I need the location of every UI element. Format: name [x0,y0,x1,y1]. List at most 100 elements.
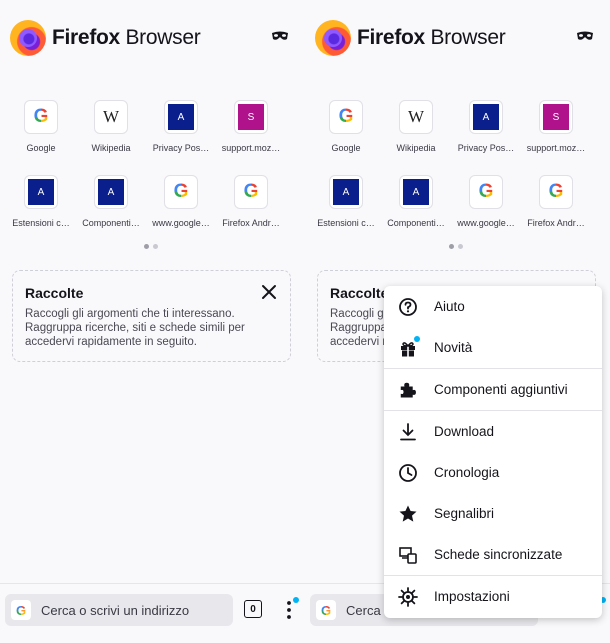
gear-icon [398,586,418,607]
star-icon [399,505,417,522]
private-mode-mask-icon[interactable] [271,30,289,42]
google-icon: G [24,100,58,134]
page-dot[interactable] [458,244,463,249]
google-icon: G [469,175,503,209]
google-search-engine-icon: G [11,600,31,620]
menu-kebab-icon[interactable] [282,600,296,620]
top-site-support[interactable]: S support.moz… [521,100,591,153]
top-site-support[interactable]: S support.moz… [216,100,286,153]
menu-item-downloads[interactable]: Download [384,411,602,452]
letter-a-icon: A [94,175,128,209]
page-dot[interactable] [449,244,454,249]
top-site-label: Google [331,143,361,153]
close-icon[interactable] [260,283,278,301]
top-site-google[interactable]: G Google [311,100,381,153]
wikipedia-icon: W [94,100,128,134]
devices-icon [399,546,417,564]
top-site-label: Wikipedia [91,143,131,153]
top-site-label: Privacy Pos… [152,143,210,153]
menu-notification-dot [293,597,299,603]
top-site-label: Componenti… [82,218,140,228]
menu-item-label: Cronologia [434,465,500,480]
top-site-addons[interactable]: A Componenti… [76,175,146,228]
top-site-label: Wikipedia [396,143,436,153]
menu-item-label: Download [434,424,495,439]
firefox-logo [315,20,351,56]
letter-s-icon: S [539,100,573,134]
top-site-label: Google [26,143,56,153]
top-site-label: Estensioni c… [317,218,375,228]
google-search-engine-icon: G [316,600,336,620]
top-site-label: Privacy Pos… [457,143,515,153]
menu-item-label: Impostazioni [434,589,510,604]
letter-a-icon: A [329,175,363,209]
brand-title: Firefox Browser [357,26,506,49]
download-icon [400,422,416,440]
top-site-extensions[interactable]: A Estensioni c… [311,175,381,228]
top-site-wikipedia[interactable]: W Wikipedia [381,100,451,153]
menu-item-label: Novità [434,340,473,355]
letter-a-icon: A [164,100,198,134]
top-site-label: www.google… [152,218,210,228]
top-site-www-google[interactable]: G www.google… [146,175,216,228]
letter-a-icon: A [24,175,58,209]
header: Firefox Browser [10,18,295,58]
address-bar[interactable]: G Cerca o scrivi un indirizzo [5,594,233,626]
top-site-addons[interactable]: A Componenti… [381,175,451,228]
overflow-menu: Aiuto Novità Componenti aggiuntivi Downl… [384,286,602,618]
tabs-counter-button[interactable]: 0 [244,600,262,618]
top-site-firefox-android[interactable]: G Firefox Andr… [216,175,286,228]
top-sites-grid: G Google W Wikipedia A Privacy Pos… S su… [6,100,286,228]
collections-title: Raccolte [25,285,84,301]
puzzle-icon [400,382,416,397]
menu-item-help[interactable]: Aiuto [384,286,602,327]
letter-a-icon: A [399,175,433,209]
google-icon: G [234,175,268,209]
menu-item-settings[interactable]: Impostazioni [384,576,602,617]
menu-item-label: Componenti aggiuntivi [434,382,568,397]
page-indicator [144,244,158,249]
address-bar-placeholder: Cerca o scrivi un indirizzo [41,602,190,618]
top-site-label: support.moz… [221,143,281,153]
private-mode-mask-icon[interactable] [576,30,594,42]
menu-item-label: Aiuto [434,299,465,314]
top-site-label: support.moz… [526,143,586,153]
top-site-privacy[interactable]: A Privacy Pos… [146,100,216,153]
top-site-extensions[interactable]: A Estensioni c… [6,175,76,228]
new-badge-dot [414,336,420,342]
top-site-label: www.google… [457,218,515,228]
top-site-label: Firefox Andr… [222,218,280,228]
top-site-label: Componenti… [387,218,445,228]
top-site-wikipedia[interactable]: W Wikipedia [76,100,146,153]
top-site-www-google[interactable]: G www.google… [451,175,521,228]
top-site-privacy[interactable]: A Privacy Pos… [451,100,521,153]
collections-card: Raccolte Raccogli gli argomenti che ti i… [12,270,291,362]
menu-item-label: Schede sincronizzate [434,547,563,562]
page-dot[interactable] [153,244,158,249]
brand-title: Firefox Browser [52,26,201,49]
menu-item-synced-tabs[interactable]: Schede sincronizzate [384,534,602,575]
google-icon: G [539,175,573,209]
header: Firefox Browser [315,18,600,58]
top-sites-grid: G Google W Wikipedia A Privacy Pos… S su… [311,100,591,228]
clock-icon [399,463,417,482]
home-screen-left: Firefox Browser G Google W Wikipedia A P… [0,0,305,643]
google-icon: G [329,100,363,134]
top-site-firefox-android[interactable]: G Firefox Andr… [521,175,591,228]
letter-a-icon: A [469,100,503,134]
menu-item-history[interactable]: Cronologia [384,452,602,493]
firefox-logo [10,20,46,56]
menu-item-addons[interactable]: Componenti aggiuntivi [384,369,602,410]
wikipedia-icon: W [399,100,433,134]
page-indicator [449,244,463,249]
menu-item-whats-new[interactable]: Novità [384,327,602,368]
letter-s-icon: S [234,100,268,134]
menu-item-bookmarks[interactable]: Segnalibri [384,493,602,534]
top-site-label: Estensioni c… [12,218,70,228]
google-icon: G [164,175,198,209]
collections-description: Raccogli gli argomenti che ti interessan… [25,308,245,348]
address-bar-placeholder: Cerca [346,602,381,618]
menu-item-label: Segnalibri [434,506,495,521]
page-dot[interactable] [144,244,149,249]
top-site-google[interactable]: G Google [6,100,76,153]
